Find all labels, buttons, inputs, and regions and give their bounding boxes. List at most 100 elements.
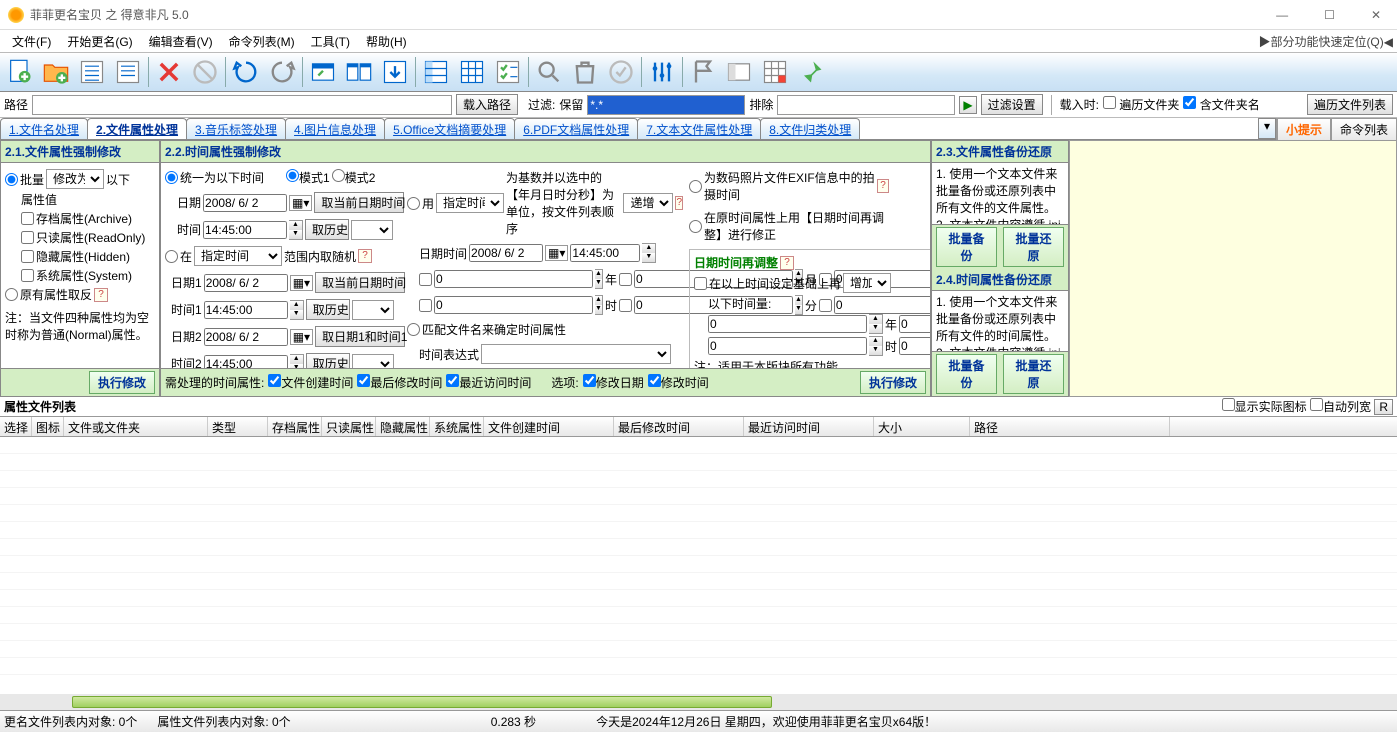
table-row[interactable]: [0, 437, 1397, 454]
new-file-icon[interactable]: [4, 56, 36, 88]
menu-item[interactable]: 命令列表(M): [221, 33, 303, 51]
date-input[interactable]: [203, 194, 287, 212]
tab-7[interactable]: 8.文件归类处理: [760, 118, 860, 139]
panel-icon[interactable]: [723, 56, 755, 88]
list2-icon[interactable]: [112, 56, 144, 88]
down-arrow-icon[interactable]: [379, 56, 411, 88]
table-row[interactable]: [0, 488, 1397, 505]
exif-radio[interactable]: [689, 180, 702, 193]
menu-quick[interactable]: ▶部分功能快速定位(Q)◀: [1258, 33, 1393, 50]
modify-select[interactable]: 修改为: [46, 169, 104, 189]
table-row[interactable]: [0, 573, 1397, 590]
col-header[interactable]: 图标: [32, 417, 64, 436]
filter-settings-button[interactable]: 过滤设置: [981, 94, 1043, 115]
close-button[interactable]: ✕: [1363, 6, 1389, 24]
load-path-button[interactable]: 载入路径: [456, 94, 518, 115]
tab-dropdown[interactable]: ▾: [1258, 118, 1276, 139]
mode2-radio[interactable]: [332, 169, 345, 182]
traverse-checkbox[interactable]: 遍历文件夹: [1103, 96, 1179, 113]
use-radio[interactable]: [407, 197, 420, 210]
table-row[interactable]: [0, 556, 1397, 573]
include-folder-checkbox[interactable]: 含文件夹名: [1183, 96, 1259, 113]
tab-5[interactable]: 6.PDF文档属性处理: [514, 118, 638, 139]
col-header[interactable]: 类型: [208, 417, 268, 436]
maximize-button[interactable]: ☐: [1316, 6, 1343, 24]
cur-date-button[interactable]: 取当前日期时间: [314, 192, 404, 213]
exec-attr-button[interactable]: 执行修改: [89, 371, 155, 394]
menu-item[interactable]: 编辑查看(V): [141, 33, 221, 51]
table-row[interactable]: [0, 641, 1397, 658]
pin-icon[interactable]: [795, 56, 827, 88]
archive-checkbox[interactable]: [21, 212, 34, 225]
r-button[interactable]: R: [1374, 399, 1393, 415]
open-folder-icon[interactable]: [40, 56, 72, 88]
col-header[interactable]: 最后修改时间: [614, 417, 744, 436]
table-row[interactable]: [0, 454, 1397, 471]
menu-item[interactable]: 开始更名(G): [59, 33, 140, 51]
col-header[interactable]: 隐藏属性: [376, 417, 430, 436]
table-icon[interactable]: [456, 56, 488, 88]
col-header[interactable]: 存档属性: [268, 417, 322, 436]
grid-red-icon[interactable]: [759, 56, 791, 88]
settings-slider-icon[interactable]: [646, 56, 678, 88]
orig-attr-radio[interactable]: [689, 220, 702, 233]
col-header[interactable]: 大小: [874, 417, 970, 436]
table-row[interactable]: [0, 505, 1397, 522]
trash-icon[interactable]: [569, 56, 601, 88]
attr-restore-button[interactable]: 批量还原: [1003, 227, 1064, 267]
col-header[interactable]: 只读属性: [322, 417, 376, 436]
unify-radio[interactable]: [165, 171, 178, 184]
grid-header[interactable]: 选择图标文件或文件夹类型存档属性只读属性隐藏属性系统属性文件创建时间最后修改时间…: [0, 417, 1397, 437]
help-icon[interactable]: ?: [94, 288, 108, 302]
time-input[interactable]: [203, 221, 287, 239]
col-header[interactable]: 选择: [0, 417, 32, 436]
table-row[interactable]: [0, 539, 1397, 556]
hidden-checkbox[interactable]: [21, 250, 34, 263]
tab-4[interactable]: 5.Office文档摘要处理: [384, 118, 515, 139]
minimize-button[interactable]: —: [1268, 6, 1296, 24]
table-row[interactable]: [0, 658, 1397, 675]
date1-input[interactable]: [204, 274, 288, 292]
table-row[interactable]: [0, 471, 1397, 488]
search-icon[interactable]: [533, 56, 565, 88]
batch-radio[interactable]: [5, 173, 18, 186]
list-icon[interactable]: [76, 56, 108, 88]
tab-6[interactable]: 7.文本文件属性处理: [637, 118, 761, 139]
tab-tips[interactable]: 小提示: [1277, 118, 1331, 140]
col-header[interactable]: 路径: [970, 417, 1170, 436]
base-adj-checkbox[interactable]: [694, 277, 707, 290]
dual-window-icon[interactable]: [343, 56, 375, 88]
checklist-icon[interactable]: [492, 56, 524, 88]
menu-item[interactable]: 工具(T): [303, 33, 358, 51]
delete-x-icon[interactable]: [153, 56, 185, 88]
col-header[interactable]: 文件创建时间: [484, 417, 614, 436]
tab-cmdlist[interactable]: 命令列表: [1331, 118, 1397, 140]
hist1-select[interactable]: [351, 220, 393, 240]
traverse-list-button[interactable]: 遍历文件列表: [1307, 94, 1393, 115]
mode1-radio[interactable]: [286, 169, 299, 182]
menu-item[interactable]: 文件(F): [4, 33, 59, 51]
match-radio[interactable]: [407, 323, 420, 336]
tab-3[interactable]: 4.图片信息处理: [285, 118, 385, 139]
expr-select[interactable]: [481, 344, 671, 364]
tab-0[interactable]: 1.文件名处理: [0, 118, 88, 139]
play-button[interactable]: ▶: [959, 96, 976, 114]
time-backup-button[interactable]: 批量备份: [936, 354, 997, 394]
hist1-button[interactable]: 取历史: [305, 219, 349, 240]
keep-input[interactable]: [587, 95, 745, 115]
tab-1[interactable]: 2.文件属性处理: [87, 118, 187, 139]
at-radio[interactable]: [165, 250, 178, 263]
cur-date2-button[interactable]: 取当前日期时间: [315, 272, 405, 293]
readonly-checkbox[interactable]: [21, 231, 34, 244]
check-icon[interactable]: [605, 56, 637, 88]
table-row[interactable]: [0, 624, 1397, 641]
system-checkbox[interactable]: [21, 269, 34, 282]
cancel-icon[interactable]: [189, 56, 221, 88]
d12-button[interactable]: 取日期1和时间1: [315, 326, 405, 347]
undo-icon[interactable]: [230, 56, 262, 88]
time1-input[interactable]: [204, 301, 288, 319]
exec-time-button[interactable]: 执行修改: [860, 371, 926, 394]
table-left-icon[interactable]: [420, 56, 452, 88]
window-icon[interactable]: [307, 56, 339, 88]
col-header[interactable]: 最近访问时间: [744, 417, 874, 436]
